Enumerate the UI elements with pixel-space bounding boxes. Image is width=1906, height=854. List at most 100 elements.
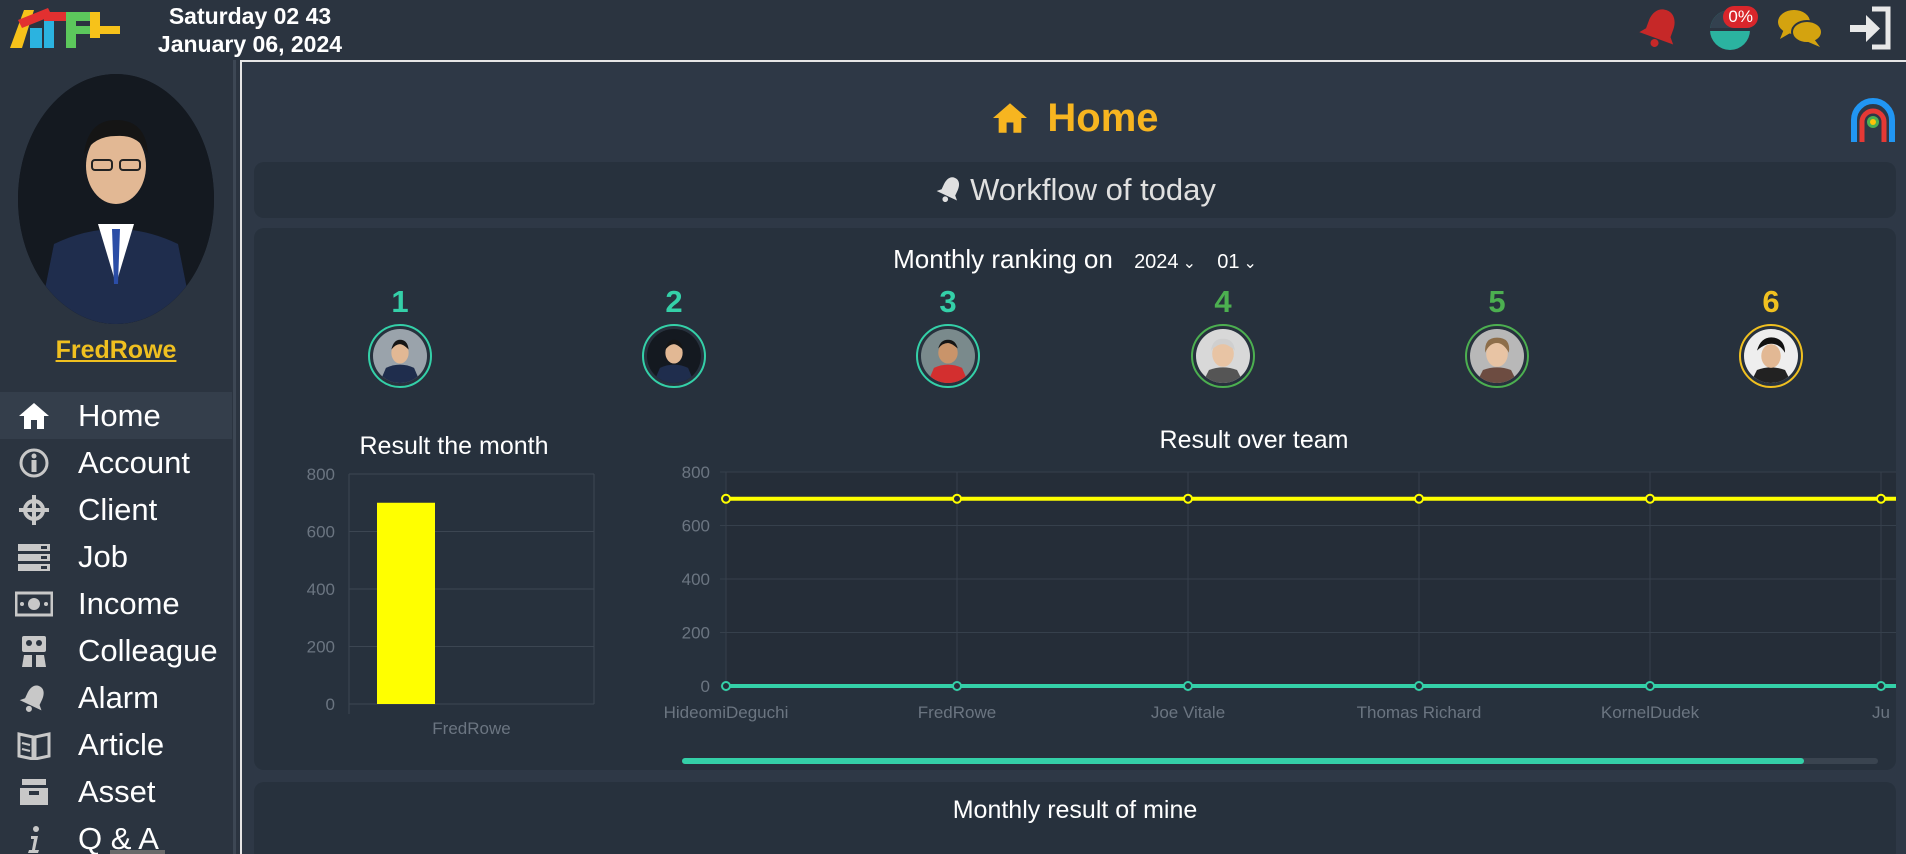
logout-icon [1850,6,1891,50]
year-select[interactable]: 2024 ⌄ [1134,251,1196,274]
rank-item[interactable]: 5 [1462,284,1532,388]
x-tick-label: HideomiDeguchi [664,703,789,722]
sidebar-item-label: Home [78,397,161,433]
y-tick-label: 200 [682,624,710,643]
user-avatar[interactable] [18,74,214,324]
rank-avatar-photo [647,329,701,383]
sidebar-item-label: Client [78,491,158,527]
user-photo [18,74,214,324]
y-tick-label: 400 [682,570,710,589]
sidebar-item-home[interactable]: Home [0,392,232,439]
y-tick-label: 400 [307,580,335,599]
current-datetime: Saturday 02 43 January 06, 2024 [140,2,360,58]
y-tick-label: 600 [682,517,710,536]
sidebar: FredRowe Home Account Client Job Income … [0,60,236,854]
chat-button[interactable] [1776,4,1824,52]
sidebar-item-article[interactable]: Article [0,721,232,768]
rank-avatar-photo [1744,329,1798,383]
workflow-panel: Workflow of today [254,162,1896,218]
username-link[interactable]: FredRowe [0,336,232,365]
sidebar-item-account[interactable]: Account [0,439,232,486]
ranking-label: Monthly ranking on [893,244,1113,274]
y-tick-label: 0 [326,695,335,714]
data-point [1414,681,1424,691]
main-content: Home Workflow of today Monthly ranking o… [240,60,1906,854]
app-logo[interactable] [8,4,123,50]
sidebar-item-colleague[interactable]: Colleague [0,627,232,674]
x-tick-label: Ju [1872,703,1890,722]
rank-item[interactable]: 1 [365,284,435,388]
rank-item[interactable]: 3 [913,284,983,388]
job-list-icon [14,540,54,574]
crosshair-icon [14,493,54,527]
home-icon [14,399,54,433]
month-value: 01 [1217,251,1240,273]
sidebar-item-client[interactable]: Client [0,486,232,533]
sidebar-item-income[interactable]: Income [0,580,232,627]
logout-button[interactable] [1846,4,1894,52]
assistant-icon[interactable] [1850,98,1896,144]
info-small-icon [14,822,54,854]
rank-number: 2 [665,284,683,319]
sidebar-item-label: Colleague [78,632,218,668]
sidebar-item-alarm[interactable]: Alarm [0,674,232,721]
chevron-down-icon: ⌄ [1182,255,1196,272]
rank-item[interactable]: 6 [1736,284,1806,388]
sidebar-item-label: Job [78,538,128,574]
rank-number: 6 [1762,284,1780,319]
money-icon [14,587,54,621]
data-point [1876,493,1886,504]
home-icon [993,103,1028,133]
date-line-2: January 06, 2024 [157,31,343,57]
data-point [1876,681,1886,691]
notification-bell-button[interactable] [1636,4,1684,52]
rank-avatar[interactable] [368,324,432,388]
rank-number: 5 [1488,284,1506,319]
rank-avatar[interactable] [916,324,980,388]
y-tick-label: 0 [701,677,710,696]
year-value: 2024 [1134,251,1179,273]
rank-avatar[interactable] [642,324,706,388]
rank-number: 4 [1214,284,1232,319]
rank-item[interactable]: 2 [639,284,709,388]
workflow-title: Workflow of today [970,172,1216,207]
ranking-header: Monthly ranking on 2024 ⌄ 01 ⌄ [254,244,1896,275]
info-icon [14,446,54,480]
sidebar-item-label: Alarm [78,679,159,715]
sidebar-item-label: Asset [78,773,156,809]
ranking-panel: Monthly ranking on 2024 ⌄ 01 ⌄ 1 2 3 4 5… [254,228,1896,770]
data-point [1183,681,1193,691]
page-title: Home [242,96,1906,141]
sidebar-item-job[interactable]: Job [0,533,232,580]
monthly-result-panel: Monthly result of mine [254,782,1896,854]
sidebar-item-asset[interactable]: Asset [0,768,232,815]
rank-avatar[interactable] [1191,324,1255,388]
bar [377,502,435,704]
rank-item[interactable]: 4 [1188,284,1258,388]
x-tick-label: Joe Vitale [1151,703,1225,722]
date-line-1: Saturday 02 43 [168,3,332,29]
x-tick-label: KornelDudek [1601,703,1700,722]
month-select[interactable]: 01 ⌄ [1217,251,1257,274]
data-point [721,493,731,504]
x-tick-label: FredRowe [918,703,996,722]
data-point [952,681,962,691]
rank-number: 3 [939,284,957,319]
box-icon [14,775,54,809]
rank-avatar-photo [1196,329,1250,383]
sidebar-item-label: Account [78,444,191,480]
sidebar-nav: Home Account Client Job Income Colleague… [0,392,232,854]
x-tick-label: FredRowe [432,719,510,738]
chart-scrollbar[interactable] [682,758,1878,764]
sidebar-item-qa[interactable]: Q & A [0,815,232,854]
progress-button[interactable]: 0% [1706,4,1758,52]
data-point [1183,493,1193,504]
rank-avatar[interactable] [1739,324,1803,388]
rank-avatar[interactable] [1465,324,1529,388]
page-scrollbar[interactable] [110,850,165,854]
sidebar-item-label: Income [78,585,180,621]
data-point [1645,493,1655,504]
rank-avatar-photo [921,329,975,383]
chart-scrollbar-thumb[interactable] [682,758,1804,764]
colleague-icon [14,634,54,668]
